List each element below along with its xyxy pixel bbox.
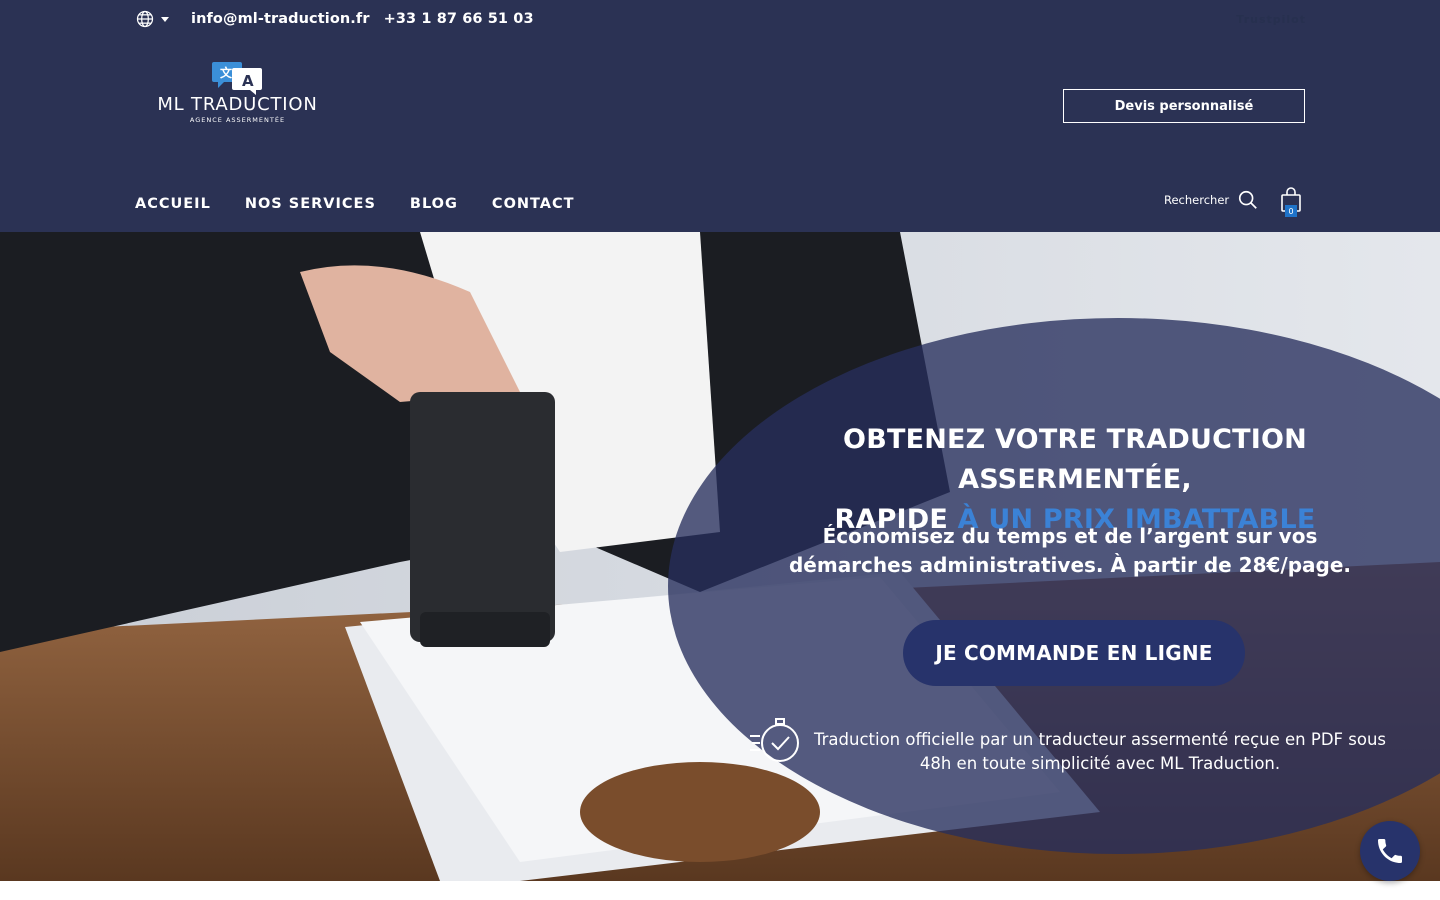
globe-icon: [136, 10, 154, 28]
svg-text:文: 文: [220, 65, 233, 80]
stopwatch-check-icon: [750, 718, 799, 762]
order-online-button[interactable]: JE COMMANDE EN LIGNE: [903, 620, 1245, 686]
main-nav: ACCUEIL NOS SERVICES BLOG CONTACT: [135, 196, 609, 212]
hero-subtitle: Économisez du temps et de l’argent sur v…: [788, 524, 1352, 577]
hero-title-line1: OBTENEZ VOTRE TRADUCTION ASSERMENTÉE,: [843, 424, 1307, 495]
translate-logo-icon: 文 A: [212, 62, 262, 95]
svg-text:A: A: [242, 72, 254, 90]
trustpilot-widget[interactable]: Trustpilot: [1226, 13, 1306, 26]
quote-button[interactable]: Devis personnalisé: [1063, 89, 1305, 123]
topbar: info@ml-traduction.fr +33 1 87 66 51 03: [135, 8, 548, 30]
nav-item-accueil[interactable]: ACCUEIL: [135, 196, 211, 212]
search-button[interactable]: Rechercher: [1164, 189, 1259, 211]
call-button[interactable]: [1360, 821, 1420, 881]
cart-count-badge: 0: [1285, 205, 1297, 217]
nav-item-contact[interactable]: CONTACT: [492, 196, 575, 212]
search-icon: [1239, 190, 1257, 209]
nav-item-blog[interactable]: BLOG: [410, 196, 458, 212]
site-header: info@ml-traduction.fr +33 1 87 66 51 03 …: [0, 0, 1440, 232]
phone-icon: [1378, 839, 1402, 863]
logo-subtitle: AGENCE ASSERMENTÉE: [189, 116, 286, 124]
email-link[interactable]: info@ml-traduction.fr: [191, 11, 370, 27]
nav-item-services[interactable]: NOS SERVICES: [245, 196, 376, 212]
phone-link[interactable]: +33 1 87 66 51 03: [384, 11, 534, 27]
hero-banner: OBTENEZ VOTRE TRADUCTION ASSERMENTÉE, RA…: [0, 232, 1440, 881]
logo[interactable]: 文 A ML TRADUCTION AGENCE ASSERMENTÉE: [150, 58, 325, 128]
search-label: Rechercher: [1164, 193, 1230, 207]
cart-button[interactable]: 0: [1280, 187, 1302, 217]
language-selector[interactable]: [135, 9, 169, 29]
chevron-down-icon: [161, 16, 169, 22]
hero-note: Traduction officielle par un traducteur …: [813, 730, 1387, 773]
logo-title: ML TRADUCTION: [157, 94, 318, 115]
